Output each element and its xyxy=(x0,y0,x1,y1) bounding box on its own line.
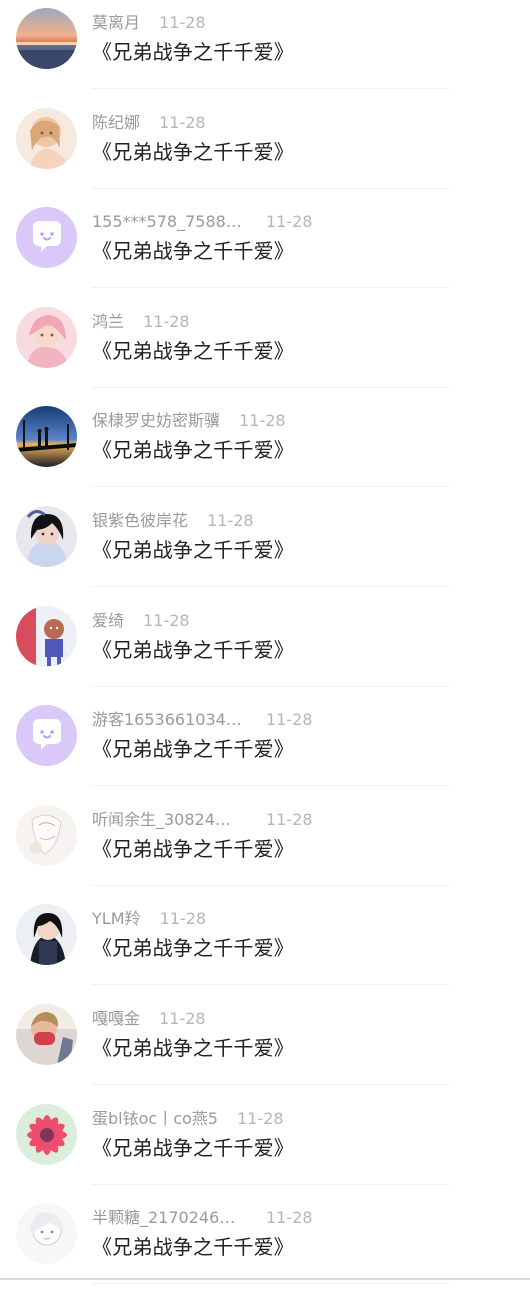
username[interactable]: 莫离月 xyxy=(92,12,140,34)
comment-item[interactable]: 保棣罗史妨密斯骥 11-28 《兄弟战争之千千爱》 xyxy=(0,398,530,498)
comment-date: 11-28 xyxy=(266,1208,313,1228)
comment-list: 莫离月 11-28 《兄弟战争之千千爱》 陈纪娜 11-28 《兄弟战争之千千爱… xyxy=(0,0,530,1285)
dark-hair-avatar-icon[interactable] xyxy=(16,904,77,966)
username[interactable]: YLM羚 xyxy=(92,908,141,930)
comment-item[interactable]: 陈纪娜 11-28 《兄弟战争之千千爱》 xyxy=(0,100,530,200)
username[interactable]: 155***578_7588… xyxy=(92,211,242,233)
comment-meta: 半颗糖_2170246… 11-28 xyxy=(92,1207,313,1229)
row-divider xyxy=(92,785,450,787)
comment-meta: YLM羚 11-28 xyxy=(92,908,206,930)
username[interactable]: 银紫色彼岸花 xyxy=(92,510,188,532)
comment-item[interactable]: 蛋bl铱oc丨co燕5 11-28 《兄弟战争之千千爱》 xyxy=(0,1096,530,1196)
comment-item[interactable]: 爱绮 11-28 《兄弟战争之千千爱》 xyxy=(0,598,530,698)
row-divider xyxy=(92,287,450,289)
comment-text[interactable]: 《兄弟战争之千千爱》 xyxy=(92,39,294,65)
comment-text[interactable]: 《兄弟战争之千千爱》 xyxy=(92,1035,294,1061)
username[interactable]: 游客1653661034… xyxy=(92,709,242,731)
comment-meta: 陈纪娜 11-28 xyxy=(92,112,206,134)
row-divider xyxy=(92,1084,450,1085)
username[interactable]: 保棣罗史妨密斯骥 xyxy=(92,410,220,432)
row-divider xyxy=(92,884,450,886)
comment-item[interactable]: 游客1653661034… 11-28 《兄弟战争之千千爱》 xyxy=(0,697,530,797)
comment-date: 11-28 xyxy=(159,909,207,929)
row-divider xyxy=(92,586,450,587)
figure-avatar-icon[interactable] xyxy=(16,605,77,667)
row-divider xyxy=(92,685,450,687)
comment-meta: 155***578_7588… 11-28 xyxy=(92,211,313,233)
flower-avatar-icon[interactable] xyxy=(16,1103,77,1165)
comment-meta: 保棣罗史妨密斯骥 11-28 xyxy=(92,410,286,432)
username[interactable]: 半颗糖_2170246… xyxy=(92,1207,235,1229)
username[interactable]: 陈纪娜 xyxy=(92,112,140,134)
username[interactable]: 嘎嘎金 xyxy=(92,1008,140,1030)
comment-item[interactable]: 莫离月 11-28 《兄弟战争之千千爱》 xyxy=(0,0,530,100)
comment-text[interactable]: 《兄弟战争之千千爱》 xyxy=(92,537,294,563)
comment-text[interactable]: 《兄弟战争之千千爱》 xyxy=(92,836,294,862)
comment-meta: 嘎嘎金 11-28 xyxy=(92,1008,206,1030)
sketch-avatar-icon[interactable] xyxy=(16,804,77,866)
comment-text[interactable]: 《兄弟战争之千千爱》 xyxy=(92,736,294,762)
row-divider xyxy=(92,88,450,89)
comment-meta: 游客1653661034… 11-28 xyxy=(92,709,313,731)
row-divider xyxy=(92,386,450,388)
pink-hair-avatar-icon[interactable] xyxy=(16,306,77,368)
comment-text[interactable]: 《兄弟战争之千千爱》 xyxy=(92,935,294,961)
row-divider xyxy=(92,1183,450,1185)
white-hair-avatar-icon[interactable] xyxy=(16,1203,77,1265)
comment-date: 11-28 xyxy=(239,411,286,431)
comment-meta: 莫离月 11-28 xyxy=(92,12,206,34)
comment-meta: 银紫色彼岸花 11-28 xyxy=(92,510,254,532)
username[interactable]: 爱绮 xyxy=(92,610,124,632)
username[interactable]: 鸿兰 xyxy=(92,311,124,333)
comment-date: 11-28 xyxy=(266,809,313,829)
comment-meta: 蛋bl铱oc丨co燕5 11-28 xyxy=(92,1108,284,1130)
username[interactable]: 听闻余生_30824… xyxy=(92,809,231,831)
comment-date: 11-28 xyxy=(266,212,313,232)
comment-item[interactable]: 嘎嘎金 11-28 《兄弟战争之千千爱》 xyxy=(0,996,530,1096)
sunset-avatar-icon[interactable] xyxy=(16,8,77,69)
comment-text[interactable]: 《兄弟战争之千千爱》 xyxy=(92,1234,294,1260)
mask-avatar-icon[interactable] xyxy=(16,1004,77,1065)
comment-date: 11-28 xyxy=(159,112,206,132)
comment-text[interactable]: 《兄弟战争之千千爱》 xyxy=(92,139,294,165)
row-divider xyxy=(92,187,450,189)
comment-item[interactable]: 听闻余生_30824… 11-28 《兄弟战争之千千爱》 xyxy=(0,797,530,897)
row-divider xyxy=(92,984,450,986)
comment-date: 11-28 xyxy=(143,311,190,331)
comment-date: 11-28 xyxy=(207,511,254,530)
comment-meta: 爱绮 11-28 xyxy=(92,610,190,632)
comment-item[interactable]: 银紫色彼岸花 11-28 《兄弟战争之千千爱》 xyxy=(0,498,530,598)
comment-text[interactable]: 《兄弟战争之千千爱》 xyxy=(92,437,294,463)
default-chat-avatar-icon[interactable] xyxy=(16,705,77,767)
username[interactable]: 蛋bl铱oc丨co燕5 xyxy=(92,1108,218,1130)
comment-meta: 听闻余生_30824… 11-28 xyxy=(92,809,313,831)
comment-date: 11-28 xyxy=(143,610,190,630)
comment-text[interactable]: 《兄弟战争之千千爱》 xyxy=(92,1135,294,1161)
comment-text[interactable]: 《兄弟战争之千千爱》 xyxy=(92,238,294,264)
comment-date: 11-28 xyxy=(266,710,313,730)
comment-meta: 鸿兰 11-28 xyxy=(92,311,190,333)
comment-item[interactable]: 鸿兰 11-28 《兄弟战争之千千爱》 xyxy=(0,299,530,399)
comment-date: 11-28 xyxy=(159,13,206,32)
comment-text[interactable]: 《兄弟战争之千千爱》 xyxy=(92,338,294,364)
comment-item[interactable]: 155***578_7588… 11-28 《兄弟战争之千千爱》 xyxy=(0,199,530,299)
default-chat-avatar-icon[interactable] xyxy=(16,207,77,269)
portrait-girl-avatar-icon[interactable] xyxy=(16,506,77,567)
comment-date: 11-28 xyxy=(159,1009,206,1028)
anime-girl-avatar-icon[interactable] xyxy=(16,107,77,169)
row-divider xyxy=(92,1283,450,1285)
night-couple-avatar-icon[interactable] xyxy=(16,406,77,468)
comment-text[interactable]: 《兄弟战争之千千爱》 xyxy=(92,637,294,663)
row-divider xyxy=(92,486,450,488)
comment-date: 11-28 xyxy=(237,1108,284,1128)
comment-item[interactable]: YLM羚 11-28 《兄弟战争之千千爱》 xyxy=(0,896,530,996)
